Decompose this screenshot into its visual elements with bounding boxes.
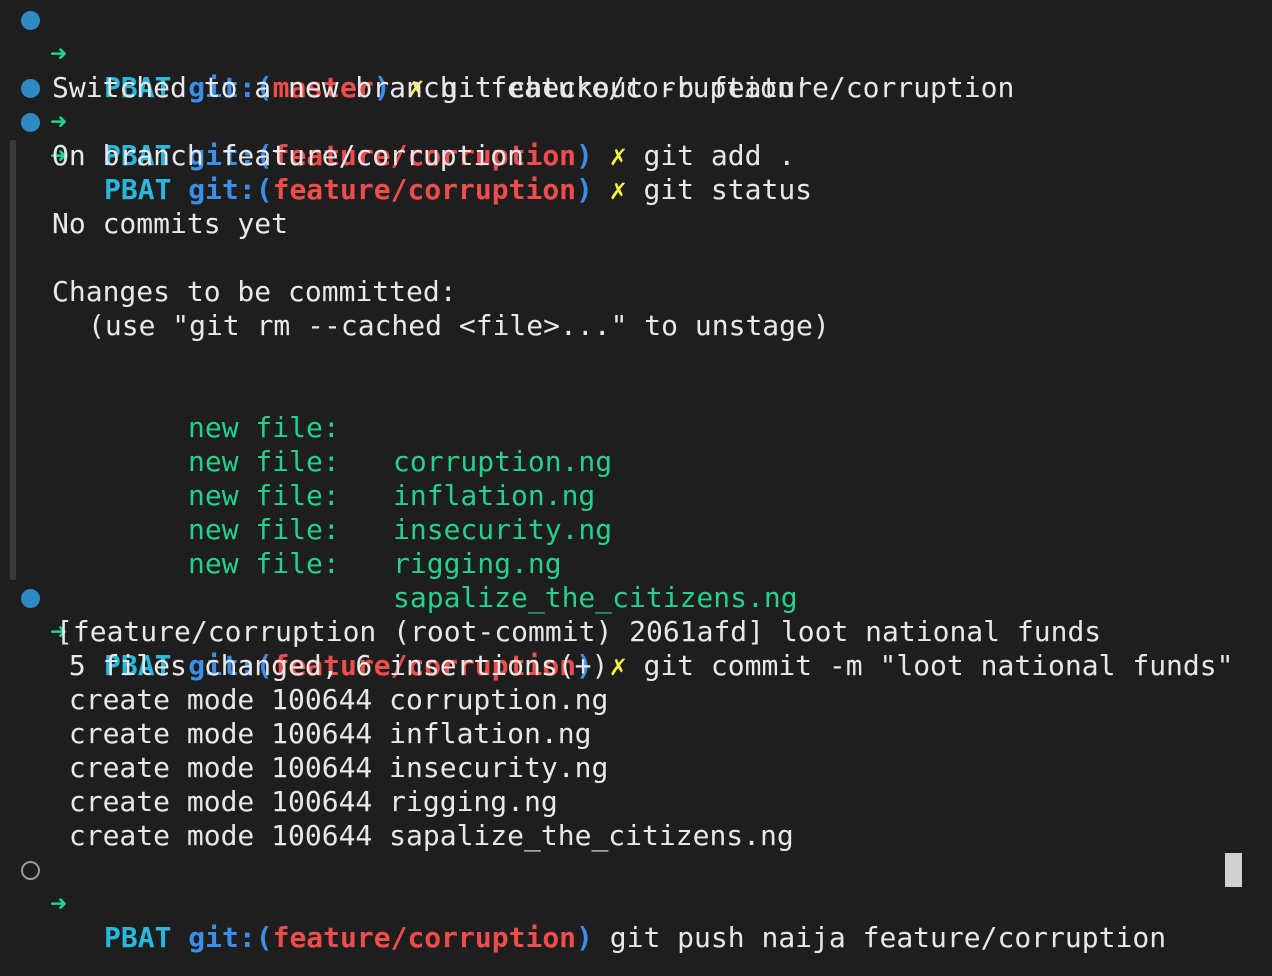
staged-file-row: new file: inflation.ng bbox=[0, 411, 595, 512]
dirty-indicator: ✗ bbox=[609, 649, 627, 682]
output-line: create mode 100644 rigging.ng bbox=[52, 785, 558, 818]
staged-file-name: insecurity.ng bbox=[393, 513, 613, 546]
staged-file-name: rigging.ng bbox=[393, 547, 562, 580]
git-suffix: ) bbox=[576, 921, 593, 954]
dirty-indicator: ✗ bbox=[609, 173, 627, 206]
output-line: create mode 100644 sapalize_the_citizens… bbox=[52, 819, 794, 852]
prompt-line: ➜ PBAT git:(feature/corruption) ✗ git co… bbox=[0, 581, 1233, 682]
staged-file-row: new file: insecurity.ng bbox=[0, 445, 612, 546]
command-text: git add . bbox=[643, 139, 796, 172]
git-branch: feature/corruption bbox=[272, 921, 577, 954]
dirty-indicator: ✗ bbox=[609, 139, 627, 172]
command-text: git commit -m "loot national funds" bbox=[643, 649, 1234, 682]
current-prompt-line[interactable]: ➜ PBAT git:(feature/corruption) git push… bbox=[0, 853, 1166, 954]
git-prefix: git:( bbox=[188, 173, 273, 206]
new-file-label: new file: bbox=[188, 479, 340, 512]
staged-file-row: new file: sapalize_the_citizens.ng bbox=[0, 513, 798, 614]
staged-file-row: new file: rigging.ng bbox=[0, 479, 562, 580]
output-line: create mode 100644 corruption.ng bbox=[52, 683, 609, 716]
output-line: 5 files changed, 6 insertions(+) bbox=[52, 649, 609, 682]
prompt-arrow-icon: ➜ bbox=[50, 887, 67, 920]
prompt-line: ➜ PBAT git:(master) ✗ git checkout -b fe… bbox=[0, 3, 1014, 104]
git-prefix: git:( bbox=[188, 921, 273, 954]
output-line: No commits yet bbox=[52, 207, 289, 240]
git-branch: feature/corruption bbox=[272, 173, 577, 206]
output-line: [feature/corruption (root-commit) 2061af… bbox=[56, 615, 1102, 648]
new-file-label: new file: bbox=[188, 411, 340, 444]
new-file-label: new file: bbox=[188, 547, 340, 580]
staged-file-name: sapalize_the_citizens.ng bbox=[393, 581, 798, 614]
command-input[interactable]: git push naija feature/corruption bbox=[610, 921, 1166, 954]
prompt-line: ➜ PBAT git:(feature/corruption) ✗ git ad… bbox=[0, 71, 795, 172]
output-line: Switched to a new branch 'feature/corrup… bbox=[52, 71, 811, 104]
prompt-directory: PBAT bbox=[104, 173, 172, 206]
git-suffix: ) bbox=[576, 139, 593, 172]
command-text: git status bbox=[643, 173, 813, 206]
staged-file-name: inflation.ng bbox=[393, 479, 596, 512]
new-file-label: new file: bbox=[188, 513, 340, 546]
staged-file-name: corruption.ng bbox=[393, 445, 613, 478]
prompt-directory: PBAT bbox=[104, 921, 172, 954]
output-line: create mode 100644 inflation.ng bbox=[52, 717, 592, 750]
output-line: create mode 100644 insecurity.ng bbox=[52, 751, 609, 784]
output-line: On branch feature/corruption bbox=[52, 139, 525, 172]
output-line: Changes to be committed: bbox=[52, 275, 457, 308]
new-file-label: new file: bbox=[188, 445, 340, 478]
staged-file-row: new file: corruption.ng bbox=[0, 377, 612, 478]
text-cursor bbox=[1225, 853, 1242, 887]
prompt-line: ➜ PBAT git:(feature/corruption) ✗ git st… bbox=[0, 105, 812, 206]
output-line: (use "git rm --cached <file>..." to unst… bbox=[88, 309, 830, 342]
terminal-window[interactable]: ➜ PBAT git:(master) ✗ git checkout -b fe… bbox=[0, 0, 1272, 976]
git-suffix: ) bbox=[576, 173, 593, 206]
